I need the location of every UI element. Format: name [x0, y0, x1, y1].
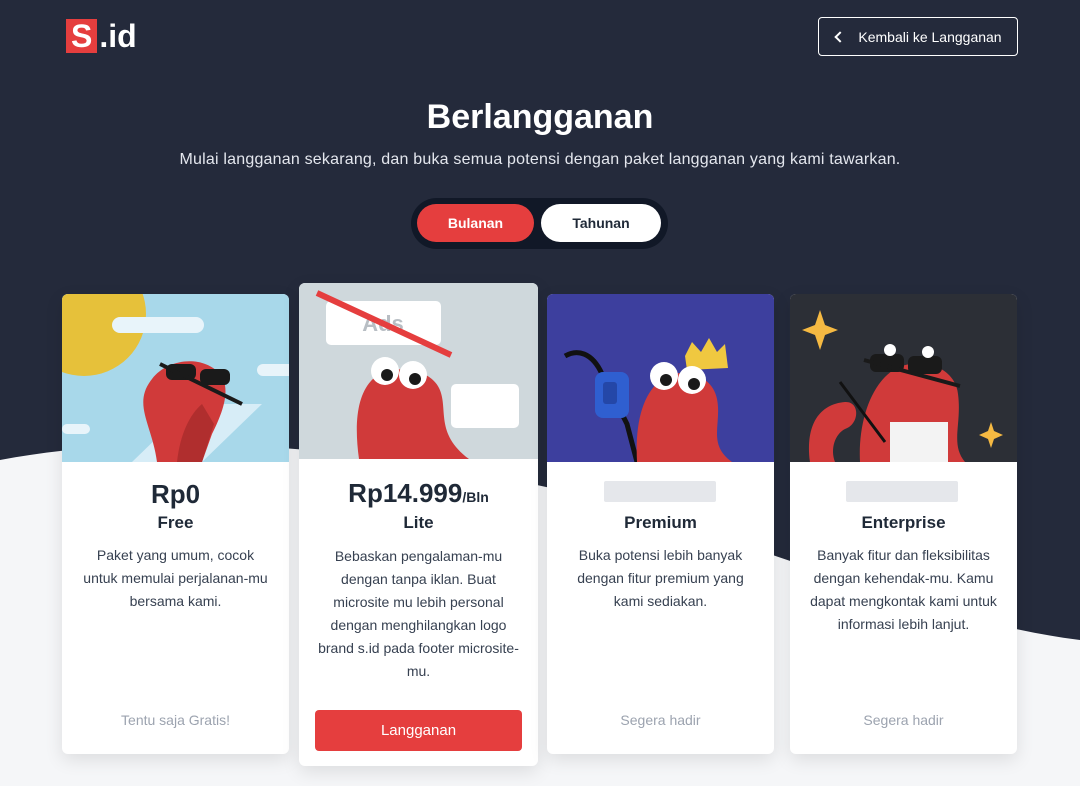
plan-card-premium: Premium Buka potensi lebih banyak dengan… [547, 294, 774, 754]
plan-price: Rp0 [150, 479, 201, 509]
plan-name: Premium [624, 513, 697, 532]
plan-name: Enterprise [861, 513, 946, 532]
top-bar: S .id Kembali ke Langganan [0, 0, 1080, 80]
chevron-left-icon [834, 30, 847, 43]
plan-footer-note: Segera hadir [863, 712, 944, 728]
plan-description: Bebaskan pengalaman-mu dengan tanpa ikla… [318, 548, 519, 679]
plan-name: Free [157, 513, 194, 532]
subscribe-button[interactable]: Langganan [315, 710, 522, 751]
page-subtitle: Mulai langganan sekarang, dan buka semua… [179, 151, 901, 168]
plan-description: Banyak fitur dan fleksibilitas dengan ke… [810, 547, 997, 632]
toggle-yearly[interactable]: Tahunan [541, 204, 661, 242]
plan-price: Rp14.999/Bln [348, 478, 489, 508]
plan-description: Paket yang umum, cocok untuk memulai per… [83, 547, 268, 609]
back-to-subscription-button[interactable]: Kembali ke Langganan [818, 17, 1018, 56]
plan-footer-note: Tentu saja Gratis! [121, 712, 230, 728]
logo[interactable]: S .id [66, 18, 137, 54]
logo-text: .id [99, 17, 137, 54]
enterprise-plan-illustration [790, 294, 1017, 462]
toggle-monthly[interactable]: Bulanan [417, 204, 534, 242]
lite-plan-illustration: Ads [299, 283, 538, 459]
plan-description: Buka potensi lebih banyak dengan fitur p… [577, 547, 744, 609]
logo-mark: S [66, 19, 98, 53]
price-placeholder [604, 481, 716, 502]
page-title: Berlangganan [426, 98, 654, 136]
free-plan-illustration [62, 294, 289, 462]
billing-period-toggle: Bulanan Tahunan [411, 198, 668, 249]
plan-name: Lite [403, 513, 434, 532]
plan-card-free: Rp0 Free Paket yang umum, cocok untuk me… [62, 294, 289, 754]
plan-footer-note: Segera hadir [620, 712, 701, 728]
back-button-label: Kembali ke Langganan [858, 28, 1002, 45]
premium-plan-illustration [547, 294, 774, 462]
plan-card-lite: Ads Rp14.999/Bln Lite Bebaskan pengalama… [299, 283, 538, 766]
price-placeholder [846, 481, 958, 502]
plan-card-enterprise: Enterprise Banyak fitur dan fleksibilita… [790, 294, 1017, 754]
